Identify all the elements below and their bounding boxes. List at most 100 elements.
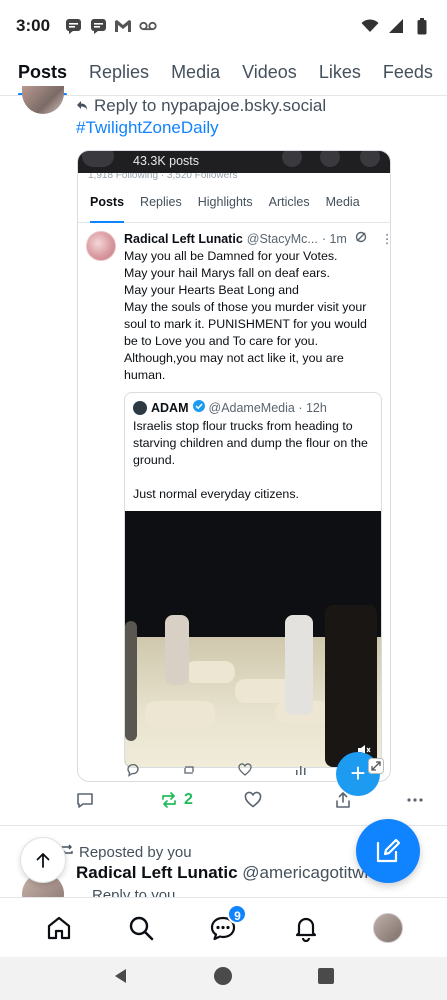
reply-to-line[interactable]: Reply to nypapajoe.bsky.social — [76, 96, 326, 116]
scroll-to-top-button[interactable] — [20, 837, 66, 883]
system-home-button[interactable] — [213, 966, 233, 991]
embed-grok-icon — [355, 231, 367, 246]
tab-media[interactable]: Media — [171, 52, 220, 95]
arrow-up-icon — [36, 853, 50, 868]
embed-action-row — [126, 763, 308, 780]
system-back-button[interactable] — [112, 967, 130, 990]
home-icon — [47, 916, 71, 939]
reply-to-text: Reply to nypapajoe.bsky.social — [94, 96, 327, 115]
reposted-by-text: Reposted by you — [79, 843, 192, 861]
embed-search-icon — [320, 151, 340, 167]
like-button[interactable] — [244, 791, 334, 809]
video-person — [285, 615, 313, 715]
nav-search[interactable] — [121, 908, 161, 948]
embed-more-dots-icon: ⋮ — [381, 231, 390, 246]
reply-button[interactable] — [76, 791, 160, 809]
nav-notifications[interactable] — [286, 908, 326, 948]
tab-feeds[interactable]: Feeds — [383, 52, 433, 95]
quote-author-name: ADAM — [151, 400, 189, 415]
embed-reply-icon — [126, 763, 140, 780]
quote-video-thumbnail — [125, 511, 381, 767]
share-button[interactable] — [334, 791, 406, 809]
embed-post-text: May you all be Damned for your Votes. Ma… — [124, 249, 367, 382]
tab-replies[interactable]: Replies — [89, 52, 149, 95]
embed-inner-post: Radical Left Lunatic @StacyMc... · 1m ⋮ … — [78, 223, 390, 768]
tab-videos[interactable]: Videos — [242, 52, 297, 95]
recents-square-icon — [318, 968, 335, 984]
heart-icon — [244, 791, 262, 808]
embed-tab-replies: Replies — [140, 194, 182, 209]
chat-unread-badge: 9 — [227, 903, 248, 924]
back-triangle-icon — [114, 969, 126, 983]
embed-back-icon — [82, 151, 114, 167]
embed-views-icon — [294, 763, 308, 780]
video-person — [325, 605, 377, 767]
embed-post-time: · 1m — [321, 231, 347, 246]
repost-count: 2 — [184, 791, 193, 808]
reply-icon — [77, 793, 93, 808]
message-notification-icon — [89, 17, 107, 35]
chat-notification-icon — [64, 17, 82, 35]
embed-tab-media: Media — [325, 194, 360, 209]
compose-button[interactable] — [356, 819, 420, 883]
video-person — [125, 621, 137, 741]
reply-to-text: Reply to you — [92, 887, 176, 897]
wifi-icon — [361, 17, 379, 35]
reposted-by-line: Reposted by you — [60, 843, 192, 861]
embed-tab-highlights: Highlights — [197, 194, 253, 209]
avatar[interactable] — [22, 86, 64, 114]
search-icon — [130, 916, 154, 940]
status-bar: 3:00 — [0, 0, 447, 52]
more-dots-icon — [407, 798, 423, 802]
quote-header: ADAM @AdameMedia · 12h — [125, 393, 381, 415]
cell-signal-icon — [387, 17, 405, 35]
embed-post-header: Radical Left Lunatic @StacyMc... · 1m ⋮ — [124, 231, 390, 247]
embed-repost-icon — [182, 763, 196, 780]
gmail-icon — [114, 17, 132, 35]
embed-quoted-post: ADAM @AdameMedia · 12h Israelis stop flo… — [124, 392, 382, 768]
embed-profile-header: 43.3K posts — [78, 151, 390, 173]
reply-arrow-icon — [76, 96, 88, 116]
nav-chat[interactable]: 9 — [203, 903, 248, 948]
video-flour-sack — [185, 661, 235, 683]
video-flour-sack — [145, 701, 215, 727]
post-header: Radical Left Lunatic @americagotitwrongo — [76, 863, 408, 883]
status-time: 3:00 — [16, 16, 51, 35]
more-options-button[interactable] — [406, 791, 424, 809]
embed-tabs: Posts Replies Highlights Articles Media — [78, 181, 390, 223]
embed-more-icon — [360, 151, 380, 167]
profile-tabs: Posts Replies Media Videos Likes Feeds — [0, 52, 447, 96]
quote-author-handle: @AdameMedia · 12h — [208, 400, 327, 415]
embed-author-handle: @StacyMc... — [246, 231, 318, 246]
video-person — [165, 615, 189, 685]
repost-icon — [162, 792, 176, 808]
post-action-row: 2 — [76, 791, 426, 809]
system-navigation-bar — [0, 957, 447, 1000]
repost-button[interactable]: 2 — [160, 791, 244, 809]
tab-likes[interactable]: Likes — [319, 52, 361, 95]
feed-post[interactable]: Reply to nypapajoe.bsky.social #Twilight… — [0, 86, 447, 826]
compose-pencil-icon — [376, 838, 401, 863]
quote-avatar — [133, 400, 147, 415]
verified-badge-icon — [192, 400, 205, 415]
embed-author-name: Radical Left Lunatic — [124, 231, 243, 246]
embed-share-icon — [282, 151, 302, 167]
expand-image-icon[interactable] — [368, 758, 386, 776]
embed-posts-count: 43.3K posts — [133, 154, 200, 168]
quote-text: Israelis stop flour trucks from heading … — [133, 419, 368, 501]
embed-like-icon — [238, 763, 252, 780]
hashtag-link[interactable]: #TwilightZoneDaily — [76, 118, 219, 138]
share-icon — [336, 792, 350, 808]
bottom-navigation: 9 — [0, 897, 447, 957]
author-name[interactable]: Radical Left Lunatic — [76, 863, 238, 882]
home-circle-icon — [214, 967, 233, 985]
nav-home[interactable] — [39, 908, 79, 948]
embed-tab-articles: Articles — [268, 194, 310, 209]
nav-profile[interactable] — [368, 908, 408, 948]
embedded-screenshot-image[interactable]: 43.3K posts 1,918 Following · 3,520 Foll… — [77, 150, 391, 782]
bell-icon — [295, 917, 316, 942]
system-recents-button[interactable] — [317, 967, 335, 990]
embed-tab-posts: Posts — [90, 181, 125, 223]
battery-icon — [413, 17, 431, 35]
voicemail-icon — [139, 17, 157, 35]
